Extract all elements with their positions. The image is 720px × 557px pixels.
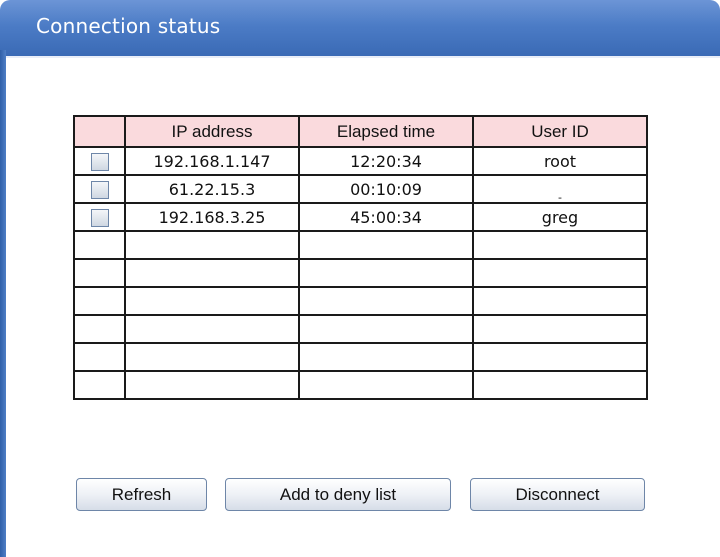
table-row [73,286,648,316]
ip-cell: 61.22.15.3 [124,174,300,204]
ip-cell [124,370,300,400]
row-select-cell [73,202,126,232]
row-select-cell [73,174,126,204]
table-row [73,370,648,400]
elapsed-time-cell: 00:10:09 [298,174,474,204]
table-row: 192.168.1.147 12:20:34 root [73,146,648,176]
elapsed-time-cell [298,342,474,372]
row-checkbox[interactable] [90,208,109,227]
user-id-cell [472,370,648,400]
connection-table: IP address Elapsed time User ID 192.168.… [73,115,648,400]
user-id-cell: greg [472,202,648,232]
elapsed-time-cell [298,370,474,400]
ip-cell [124,258,300,288]
table-row: 61.22.15.3 00:10:09 - [73,174,648,204]
ip-cell [124,314,300,344]
ip-cell: 192.168.1.147 [124,146,300,176]
user-id-cell [472,342,648,372]
table-header-row: IP address Elapsed time User ID [73,115,648,148]
row-select-cell [73,258,126,288]
elapsed-time-cell: 12:20:34 [298,146,474,176]
elapsed-time-cell [298,314,474,344]
column-header-user-id: User ID [472,115,648,148]
user-id-cell [472,230,648,260]
user-id-cell [472,258,648,288]
panel-header: Connection status [0,0,720,58]
table-row [73,342,648,372]
ip-cell [124,230,300,260]
row-select-cell [73,286,126,316]
row-checkbox[interactable] [90,180,109,199]
table-row [73,230,648,260]
row-select-cell [73,342,126,372]
user-id-cell [472,314,648,344]
user-id-cell: - [472,174,648,204]
disconnect-button[interactable]: Disconnect [470,478,645,511]
panel-title: Connection status [36,14,221,38]
table-row: 192.168.3.25 45:00:34 greg [73,202,648,232]
ip-cell: 192.168.3.25 [124,202,300,232]
left-border [0,50,6,557]
elapsed-time-cell [298,286,474,316]
add-to-deny-list-button[interactable]: Add to deny list [225,478,451,511]
row-select-cell [73,314,126,344]
row-checkbox[interactable] [90,152,109,171]
refresh-button[interactable]: Refresh [76,478,207,511]
elapsed-time-cell: 45:00:34 [298,202,474,232]
user-id-cell: root [472,146,648,176]
ip-cell [124,286,300,316]
ip-cell [124,342,300,372]
column-header-ip-address: IP address [124,115,300,148]
elapsed-time-cell [298,230,474,260]
row-select-cell [73,146,126,176]
table-row [73,258,648,288]
table-row [73,314,648,344]
row-select-cell [73,370,126,400]
row-select-cell [73,230,126,260]
elapsed-time-cell [298,258,474,288]
column-header-elapsed-time: Elapsed time [298,115,474,148]
connection-status-panel: Connection status IP address Elapsed tim… [0,0,720,557]
column-header-select [73,115,126,148]
user-id-empty-dash: - [558,190,562,204]
user-id-cell [472,286,648,316]
